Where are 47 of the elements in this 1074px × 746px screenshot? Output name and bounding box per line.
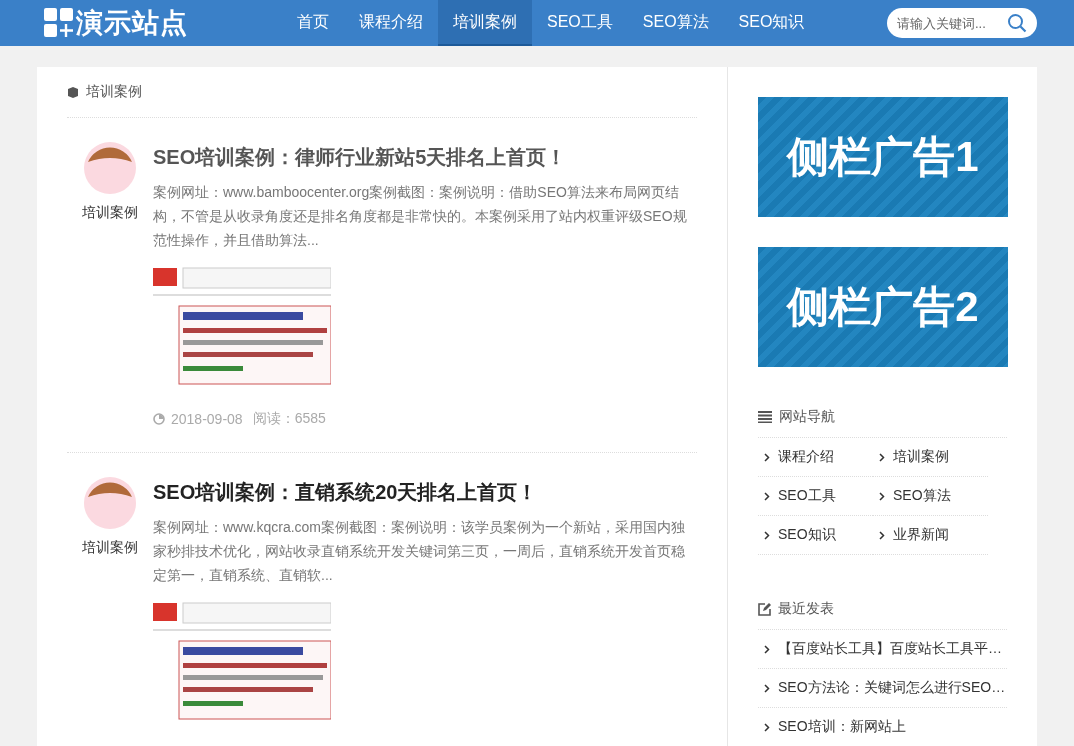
widget-title: 网站导航	[779, 408, 835, 426]
chevron-icon	[879, 491, 885, 501]
edit-icon	[758, 602, 771, 616]
recent-post-link[interactable]: SEO培训：新网站上	[758, 708, 1007, 746]
chevron-icon	[764, 683, 770, 693]
sidebar-link[interactable]: 业界新闻	[873, 516, 988, 555]
nav-tab[interactable]: 首页	[282, 0, 344, 46]
view-count: 阅读：6585	[252, 410, 326, 428]
nav-tab[interactable]: 培训案例	[438, 0, 532, 46]
chevron-icon	[879, 530, 885, 540]
site-logo[interactable]: 演示站点	[76, 5, 188, 41]
sidebar-link[interactable]: 培训案例	[873, 438, 988, 477]
ad-banner[interactable]: 侧栏广告2	[758, 247, 1008, 367]
article-excerpt: 案例网址：www.bamboocenter.org案例截图：案例说明：借助SEO算法来布局网页结构，不管是从收录角度还是排名角度都是非常快的。本案例采用了站内权重评级SEO规范性操作，并且借助算法...	[153, 183, 688, 250]
chevron-icon	[879, 452, 885, 462]
avatar	[84, 477, 136, 529]
nav-tab[interactable]: 课程介绍	[344, 0, 438, 46]
nav-tab[interactable]: SEO知识	[723, 0, 820, 46]
category-label[interactable]: 培训案例	[82, 539, 138, 557]
article-excerpt: 案例网址：www.kqcra.com案例截图：案例说明：该学员案例为一个新站，采用国内独家秒排技术优化，网站收录直销系统开发关键词第三页，一周后，直销系统开发首页稳定第一，直销系统、直销软...	[153, 518, 687, 585]
recent-post-link[interactable]: 【百度站长工具】百度站长工具平…	[758, 630, 1007, 669]
chevron-icon	[764, 530, 770, 540]
chevron-icon	[764, 644, 770, 654]
nav-tab[interactable]: SEO算法	[627, 0, 724, 46]
breadcrumb[interactable]: 培训案例	[86, 83, 142, 101]
chevron-icon	[764, 452, 770, 462]
clock-icon	[153, 413, 165, 425]
article-title[interactable]: SEO培训案例：律师行业新站5天排名上首页！	[153, 140, 697, 174]
chevron-icon	[764, 722, 770, 732]
sidebar-link[interactable]: SEO知识	[758, 516, 873, 555]
search-icon[interactable]	[1007, 13, 1027, 33]
avatar	[84, 142, 136, 194]
sidebar-link[interactable]: SEO工具	[758, 477, 873, 516]
post-date: 2018-09-08	[171, 411, 243, 427]
sidebar-link[interactable]: SEO算法	[873, 477, 988, 516]
category-label[interactable]: 培训案例	[82, 204, 138, 222]
box-icon	[67, 86, 79, 98]
ad-banner[interactable]: 侧栏广告1	[758, 97, 1008, 217]
chevron-icon	[764, 491, 770, 501]
sidebar-link[interactable]: 课程介绍	[758, 438, 873, 477]
article-title[interactable]: SEO培训案例：直销系统20天排名上首页！	[153, 475, 697, 509]
widget-title: 最近发表	[778, 600, 834, 618]
recent-post-link[interactable]: SEO方法论：关键词怎么进行SEO…	[758, 669, 1007, 708]
list-icon	[758, 411, 772, 423]
nav-tab[interactable]: SEO工具	[532, 0, 628, 46]
search-field[interactable]: 请输入关键词...	[887, 8, 1037, 38]
logo-icon	[44, 8, 74, 38]
